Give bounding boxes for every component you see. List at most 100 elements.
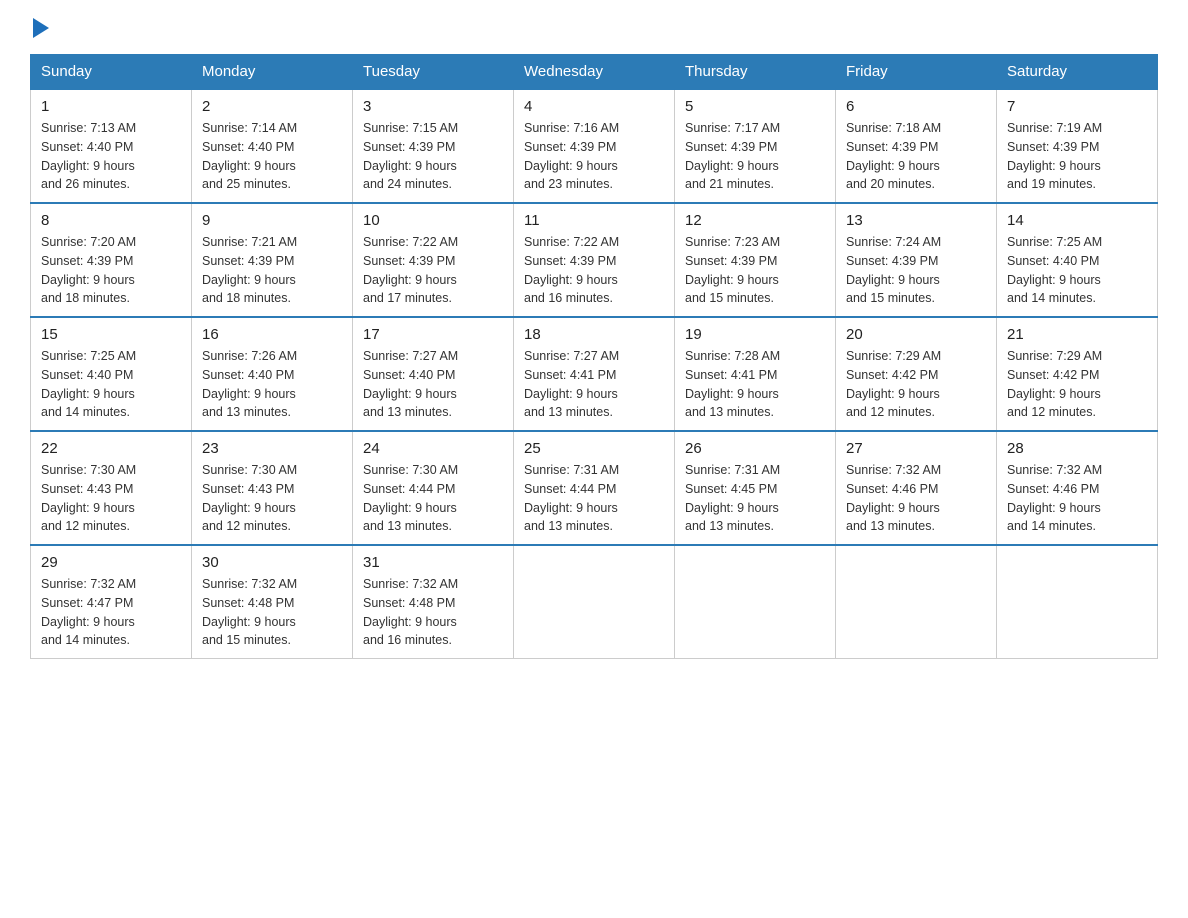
day-number: 15 [41, 326, 181, 343]
day-number: 8 [41, 212, 181, 229]
calendar-cell: 16 Sunrise: 7:26 AM Sunset: 4:40 PM Dayl… [192, 317, 353, 431]
day-info: Sunrise: 7:32 AM Sunset: 4:48 PM Dayligh… [363, 575, 503, 650]
calendar-cell: 1 Sunrise: 7:13 AM Sunset: 4:40 PM Dayli… [31, 89, 192, 203]
calendar-cell: 12 Sunrise: 7:23 AM Sunset: 4:39 PM Dayl… [675, 203, 836, 317]
day-number: 12 [685, 212, 825, 229]
day-number: 18 [524, 326, 664, 343]
day-number: 20 [846, 326, 986, 343]
calendar-week-row: 29 Sunrise: 7:32 AM Sunset: 4:47 PM Dayl… [31, 545, 1158, 659]
calendar-cell: 27 Sunrise: 7:32 AM Sunset: 4:46 PM Dayl… [836, 431, 997, 545]
calendar-cell [997, 545, 1158, 659]
calendar-header-row: SundayMondayTuesdayWednesdayThursdayFrid… [31, 55, 1158, 90]
weekday-header-sunday: Sunday [31, 55, 192, 90]
day-info: Sunrise: 7:17 AM Sunset: 4:39 PM Dayligh… [685, 119, 825, 194]
calendar-table: SundayMondayTuesdayWednesdayThursdayFrid… [30, 54, 1158, 659]
calendar-cell: 13 Sunrise: 7:24 AM Sunset: 4:39 PM Dayl… [836, 203, 997, 317]
day-number: 22 [41, 440, 181, 457]
calendar-cell: 26 Sunrise: 7:31 AM Sunset: 4:45 PM Dayl… [675, 431, 836, 545]
day-info: Sunrise: 7:15 AM Sunset: 4:39 PM Dayligh… [363, 119, 503, 194]
day-info: Sunrise: 7:29 AM Sunset: 4:42 PM Dayligh… [846, 347, 986, 422]
day-info: Sunrise: 7:25 AM Sunset: 4:40 PM Dayligh… [1007, 233, 1147, 308]
day-info: Sunrise: 7:27 AM Sunset: 4:40 PM Dayligh… [363, 347, 503, 422]
calendar-cell: 3 Sunrise: 7:15 AM Sunset: 4:39 PM Dayli… [353, 89, 514, 203]
calendar-cell: 29 Sunrise: 7:32 AM Sunset: 4:47 PM Dayl… [31, 545, 192, 659]
calendar-cell [514, 545, 675, 659]
day-number: 5 [685, 98, 825, 115]
calendar-cell: 18 Sunrise: 7:27 AM Sunset: 4:41 PM Dayl… [514, 317, 675, 431]
day-info: Sunrise: 7:16 AM Sunset: 4:39 PM Dayligh… [524, 119, 664, 194]
calendar-cell: 25 Sunrise: 7:31 AM Sunset: 4:44 PM Dayl… [514, 431, 675, 545]
calendar-week-row: 15 Sunrise: 7:25 AM Sunset: 4:40 PM Dayl… [31, 317, 1158, 431]
day-number: 28 [1007, 440, 1147, 457]
calendar-cell: 21 Sunrise: 7:29 AM Sunset: 4:42 PM Dayl… [997, 317, 1158, 431]
day-info: Sunrise: 7:32 AM Sunset: 4:48 PM Dayligh… [202, 575, 342, 650]
day-number: 24 [363, 440, 503, 457]
day-info: Sunrise: 7:32 AM Sunset: 4:47 PM Dayligh… [41, 575, 181, 650]
calendar-cell: 28 Sunrise: 7:32 AM Sunset: 4:46 PM Dayl… [997, 431, 1158, 545]
day-info: Sunrise: 7:29 AM Sunset: 4:42 PM Dayligh… [1007, 347, 1147, 422]
day-info: Sunrise: 7:30 AM Sunset: 4:43 PM Dayligh… [41, 461, 181, 536]
weekday-header-saturday: Saturday [997, 55, 1158, 90]
day-number: 17 [363, 326, 503, 343]
day-number: 3 [363, 98, 503, 115]
weekday-header-monday: Monday [192, 55, 353, 90]
day-number: 14 [1007, 212, 1147, 229]
day-info: Sunrise: 7:32 AM Sunset: 4:46 PM Dayligh… [1007, 461, 1147, 536]
calendar-cell: 9 Sunrise: 7:21 AM Sunset: 4:39 PM Dayli… [192, 203, 353, 317]
calendar-cell: 19 Sunrise: 7:28 AM Sunset: 4:41 PM Dayl… [675, 317, 836, 431]
calendar-cell: 30 Sunrise: 7:32 AM Sunset: 4:48 PM Dayl… [192, 545, 353, 659]
day-number: 25 [524, 440, 664, 457]
day-number: 21 [1007, 326, 1147, 343]
day-info: Sunrise: 7:13 AM Sunset: 4:40 PM Dayligh… [41, 119, 181, 194]
calendar-week-row: 8 Sunrise: 7:20 AM Sunset: 4:39 PM Dayli… [31, 203, 1158, 317]
logo-arrow-icon [33, 18, 49, 38]
day-info: Sunrise: 7:22 AM Sunset: 4:39 PM Dayligh… [524, 233, 664, 308]
day-number: 1 [41, 98, 181, 115]
calendar-week-row: 1 Sunrise: 7:13 AM Sunset: 4:40 PM Dayli… [31, 89, 1158, 203]
day-info: Sunrise: 7:32 AM Sunset: 4:46 PM Dayligh… [846, 461, 986, 536]
calendar-cell: 31 Sunrise: 7:32 AM Sunset: 4:48 PM Dayl… [353, 545, 514, 659]
calendar-cell: 24 Sunrise: 7:30 AM Sunset: 4:44 PM Dayl… [353, 431, 514, 545]
day-info: Sunrise: 7:30 AM Sunset: 4:44 PM Dayligh… [363, 461, 503, 536]
calendar-week-row: 22 Sunrise: 7:30 AM Sunset: 4:43 PM Dayl… [31, 431, 1158, 545]
day-number: 7 [1007, 98, 1147, 115]
day-info: Sunrise: 7:28 AM Sunset: 4:41 PM Dayligh… [685, 347, 825, 422]
day-number: 2 [202, 98, 342, 115]
day-number: 6 [846, 98, 986, 115]
calendar-cell: 22 Sunrise: 7:30 AM Sunset: 4:43 PM Dayl… [31, 431, 192, 545]
day-info: Sunrise: 7:22 AM Sunset: 4:39 PM Dayligh… [363, 233, 503, 308]
calendar-cell: 2 Sunrise: 7:14 AM Sunset: 4:40 PM Dayli… [192, 89, 353, 203]
day-info: Sunrise: 7:31 AM Sunset: 4:44 PM Dayligh… [524, 461, 664, 536]
page-header [30, 20, 1158, 38]
calendar-cell: 8 Sunrise: 7:20 AM Sunset: 4:39 PM Dayli… [31, 203, 192, 317]
calendar-cell: 23 Sunrise: 7:30 AM Sunset: 4:43 PM Dayl… [192, 431, 353, 545]
calendar-cell [836, 545, 997, 659]
day-number: 16 [202, 326, 342, 343]
weekday-header-friday: Friday [836, 55, 997, 90]
day-info: Sunrise: 7:14 AM Sunset: 4:40 PM Dayligh… [202, 119, 342, 194]
calendar-cell: 17 Sunrise: 7:27 AM Sunset: 4:40 PM Dayl… [353, 317, 514, 431]
weekday-header-tuesday: Tuesday [353, 55, 514, 90]
day-number: 26 [685, 440, 825, 457]
calendar-cell: 11 Sunrise: 7:22 AM Sunset: 4:39 PM Dayl… [514, 203, 675, 317]
day-number: 13 [846, 212, 986, 229]
day-number: 31 [363, 554, 503, 571]
day-info: Sunrise: 7:19 AM Sunset: 4:39 PM Dayligh… [1007, 119, 1147, 194]
calendar-cell: 14 Sunrise: 7:25 AM Sunset: 4:40 PM Dayl… [997, 203, 1158, 317]
day-info: Sunrise: 7:27 AM Sunset: 4:41 PM Dayligh… [524, 347, 664, 422]
calendar-cell: 6 Sunrise: 7:18 AM Sunset: 4:39 PM Dayli… [836, 89, 997, 203]
calendar-cell: 15 Sunrise: 7:25 AM Sunset: 4:40 PM Dayl… [31, 317, 192, 431]
day-info: Sunrise: 7:23 AM Sunset: 4:39 PM Dayligh… [685, 233, 825, 308]
weekday-header-thursday: Thursday [675, 55, 836, 90]
day-info: Sunrise: 7:26 AM Sunset: 4:40 PM Dayligh… [202, 347, 342, 422]
day-number: 30 [202, 554, 342, 571]
day-number: 27 [846, 440, 986, 457]
logo [30, 20, 49, 38]
day-info: Sunrise: 7:25 AM Sunset: 4:40 PM Dayligh… [41, 347, 181, 422]
calendar-cell: 4 Sunrise: 7:16 AM Sunset: 4:39 PM Dayli… [514, 89, 675, 203]
day-number: 10 [363, 212, 503, 229]
weekday-header-wednesday: Wednesday [514, 55, 675, 90]
day-number: 11 [524, 212, 664, 229]
calendar-cell: 7 Sunrise: 7:19 AM Sunset: 4:39 PM Dayli… [997, 89, 1158, 203]
day-info: Sunrise: 7:20 AM Sunset: 4:39 PM Dayligh… [41, 233, 181, 308]
